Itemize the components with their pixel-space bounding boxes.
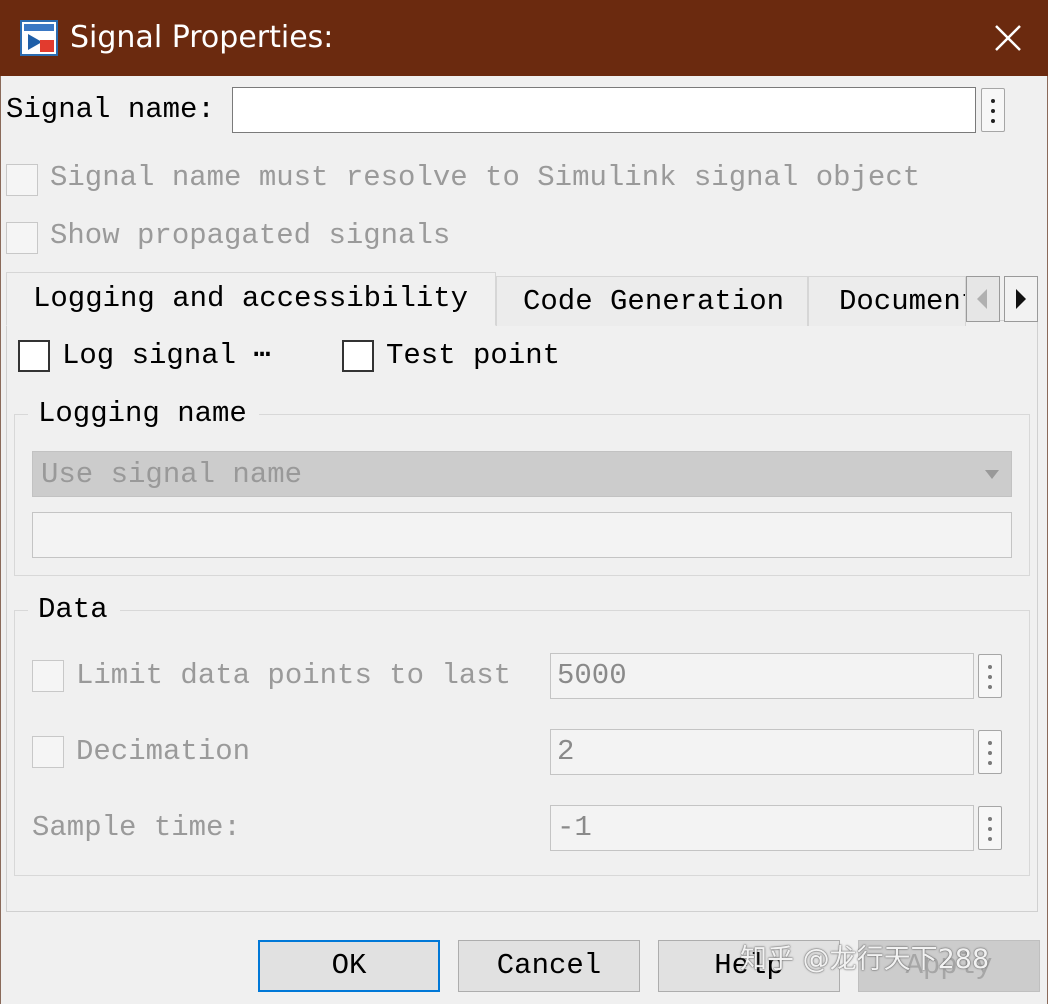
show-propagated-signals-checkbox[interactable]: [6, 222, 38, 254]
chevron-left-icon: [977, 289, 987, 309]
decimation-checkbox[interactable]: [32, 736, 64, 768]
decimation-input[interactable]: 2: [550, 729, 974, 775]
tab-scroll-right-button[interactable]: [1004, 276, 1038, 322]
tab-label: Code Generation: [523, 285, 785, 318]
tab-logging-and-accessibility[interactable]: Logging and accessibility: [6, 272, 496, 326]
sample-time-input[interactable]: -1: [550, 805, 974, 851]
show-propagated-signals-label: Show propagated signals: [50, 219, 451, 252]
simulink-block-icon: [20, 20, 58, 56]
close-icon[interactable]: [988, 18, 1028, 58]
data-legend: Data: [28, 590, 120, 630]
test-point-label: Test point: [386, 339, 561, 372]
tab-code-generation[interactable]: Code Generation: [496, 276, 808, 326]
signal-name-label: Signal name:: [6, 93, 215, 126]
resolve-signal-object-label: Signal name must resolve to Simulink sig…: [50, 161, 921, 194]
limit-data-points-checkbox[interactable]: [32, 660, 64, 692]
logging-name-mode-select[interactable]: Use signal name: [32, 451, 1012, 497]
limit-data-points-value: 5000: [557, 659, 627, 692]
decimation-value: 2: [557, 735, 575, 768]
tab-scroll-left-button[interactable]: [966, 276, 1000, 322]
resolve-signal-object-checkbox[interactable]: [6, 164, 38, 196]
limit-data-points-label: Limit data points to last: [76, 659, 512, 692]
watermark: 知乎 @龙行天下288: [740, 944, 990, 975]
logging-name-legend: Logging name: [28, 394, 259, 434]
cancel-button[interactable]: Cancel: [458, 940, 640, 992]
logging-name-mode-value: Use signal name: [41, 458, 303, 491]
chevron-down-icon: [985, 470, 999, 479]
signal-name-more-button[interactable]: [981, 88, 1005, 132]
test-point-checkbox[interactable]: [342, 340, 374, 372]
signal-name-input[interactable]: [232, 87, 976, 133]
log-signal-label: Log signal ⋯: [62, 339, 271, 372]
tab-label: Logging and accessibility: [33, 282, 469, 315]
title-bar: Signal Properties:: [0, 0, 1048, 76]
chevron-right-icon: [1016, 289, 1026, 309]
limit-data-points-input[interactable]: 5000: [550, 653, 974, 699]
window-title: Signal Properties:: [70, 20, 334, 55]
more-dots-icon: [988, 741, 992, 765]
more-dots-icon: [988, 817, 992, 841]
sample-time-value: -1: [557, 811, 592, 844]
logging-name-input[interactable]: [32, 512, 1012, 558]
tab-label: Document: [839, 285, 966, 318]
tab-documentation[interactable]: Document: [808, 276, 966, 326]
sample-time-more-button[interactable]: [978, 806, 1002, 850]
sample-time-label: Sample time:: [32, 811, 241, 844]
decimation-more-button[interactable]: [978, 730, 1002, 774]
limit-data-points-more-button[interactable]: [978, 654, 1002, 698]
log-signal-checkbox[interactable]: [18, 340, 50, 372]
more-dots-icon: [991, 99, 995, 123]
ok-button[interactable]: OK: [258, 940, 440, 992]
more-dots-icon: [988, 665, 992, 689]
decimation-label: Decimation: [76, 735, 251, 768]
